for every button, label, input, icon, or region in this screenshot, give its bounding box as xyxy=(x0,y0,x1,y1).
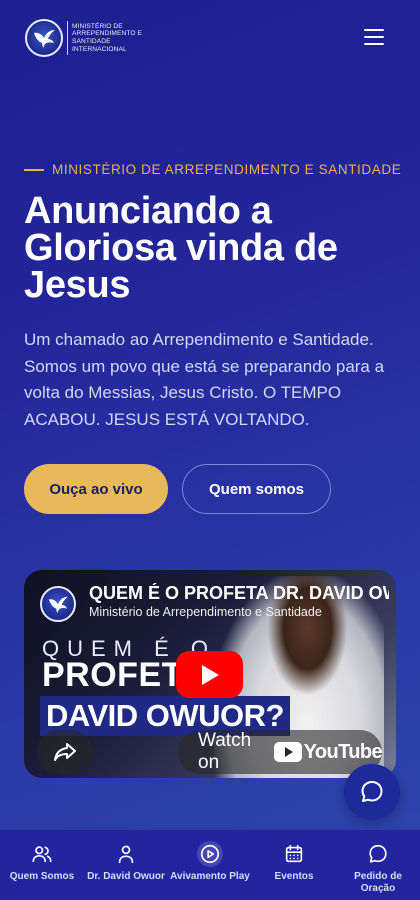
nav-item-avivamento-play[interactable]: Avivamento Play xyxy=(168,830,252,900)
hamburger-menu-icon[interactable] xyxy=(364,29,384,47)
user-icon xyxy=(113,841,139,867)
logo-text: MINISTÉRIO DE ARREPENDIMENTO E SANTIDADE… xyxy=(72,22,142,53)
share-arrow-icon[interactable] xyxy=(37,730,93,774)
site-logo[interactable]: MINISTÉRIO DE ARREPENDIMENTO E SANTIDADE… xyxy=(25,19,150,57)
video-title[interactable]: QUEM É O PROFETA DR. DAVID OWUOR? xyxy=(89,583,389,604)
youtube-wordmark: YouTube xyxy=(303,740,383,763)
chat-bubble-icon[interactable] xyxy=(344,764,400,820)
logo-divider xyxy=(67,21,68,55)
nav-item-eventos[interactable]: Eventos xyxy=(252,830,336,900)
eyebrow-line xyxy=(24,168,44,171)
video-channel-name[interactable]: Ministério de Arrependimento e Santidade xyxy=(89,605,322,619)
watch-on-youtube-button[interactable]: Watch on YouTube xyxy=(178,730,383,774)
nav-label: Pedido de Oração xyxy=(354,871,402,894)
dove-emblem-icon xyxy=(25,19,63,57)
hero-description: Um chamado ao Arrependimento e Santidade… xyxy=(24,330,385,429)
nav-item-dr-david-owuor[interactable]: Dr. David Owuor xyxy=(84,830,168,900)
calendar-icon xyxy=(281,841,307,867)
play-circle-icon xyxy=(197,841,223,867)
top-header: MINISTÉRIO DE ARREPENDIMENTO E SANTIDADE… xyxy=(0,0,420,76)
hero-title: Anunciando a Gloriosa vinda de Jesus xyxy=(24,190,338,306)
youtube-video-embed[interactable]: QUEM É O PROFETA DR. DAVID OWUOR? Minist… xyxy=(24,570,396,778)
about-us-button[interactable]: Quem somos xyxy=(182,464,331,514)
hero-eyebrow: MINISTÉRIO DE ARREPENDIMENTO E SANTIDADE xyxy=(24,162,401,177)
message-circle-icon xyxy=(365,841,391,867)
nav-label: Quem Somos xyxy=(9,871,75,882)
listen-live-button[interactable]: Ouça ao vivo xyxy=(24,464,168,514)
bottom-navigation: Quem Somos Dr. David Owuor Avivamento Pl… xyxy=(0,829,420,900)
users-icon xyxy=(29,841,55,867)
nav-label: Eventos xyxy=(274,871,314,882)
channel-avatar[interactable] xyxy=(40,586,76,622)
nav-label: Avivamento Play xyxy=(170,871,250,882)
watch-on-label: Watch on xyxy=(198,730,252,773)
play-icon[interactable] xyxy=(176,651,243,698)
nav-label: Dr. David Owuor xyxy=(87,871,165,882)
nav-item-quem-somos[interactable]: Quem Somos xyxy=(0,830,84,900)
eyebrow-text: MINISTÉRIO DE ARREPENDIMENTO E SANTIDADE xyxy=(52,162,402,177)
nav-item-pedido-de-oracao[interactable]: Pedido de Oração xyxy=(336,830,420,900)
youtube-logo-icon: YouTube xyxy=(273,740,383,764)
